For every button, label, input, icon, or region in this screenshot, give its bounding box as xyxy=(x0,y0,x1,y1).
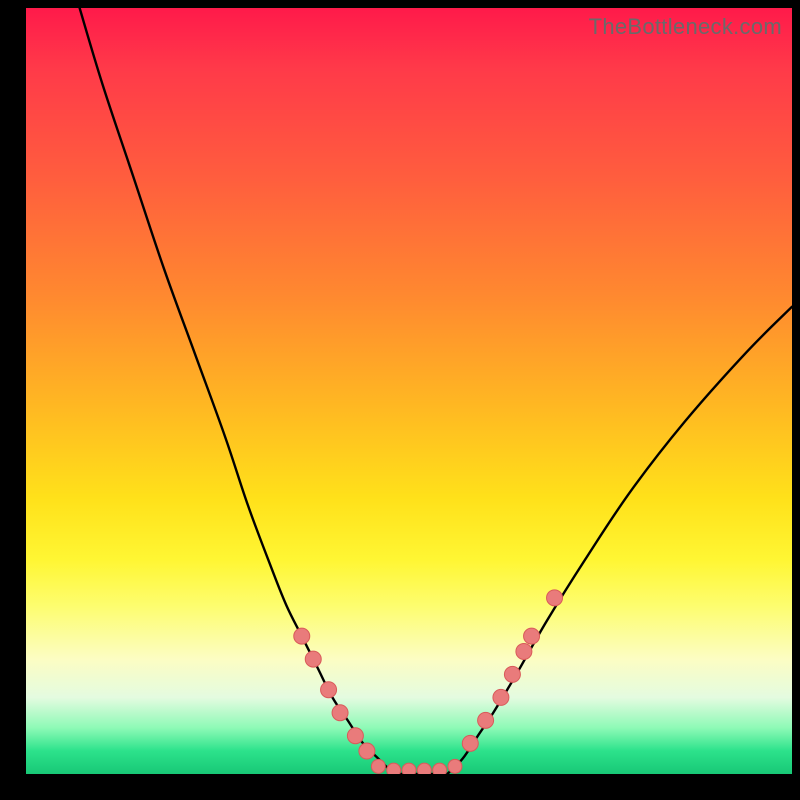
data-marker xyxy=(294,628,310,644)
left-curve xyxy=(80,8,394,774)
data-marker xyxy=(493,689,509,705)
data-marker xyxy=(478,712,494,728)
data-marker xyxy=(321,682,337,698)
curve-group xyxy=(80,8,792,774)
data-marker xyxy=(524,628,540,644)
chart-plot-area: TheBottleneck.com xyxy=(26,8,792,774)
data-marker xyxy=(433,763,447,774)
data-marker xyxy=(347,728,363,744)
data-marker xyxy=(547,590,563,606)
data-marker xyxy=(402,763,416,774)
data-marker xyxy=(516,643,532,659)
data-marker xyxy=(448,759,462,773)
data-marker xyxy=(305,651,321,667)
chart-overlay xyxy=(26,8,792,774)
data-marker xyxy=(359,743,375,759)
chart-stage: TheBottleneck.com xyxy=(0,0,800,800)
data-marker xyxy=(417,763,431,774)
marker-group xyxy=(294,590,563,774)
data-marker xyxy=(462,735,478,751)
data-marker xyxy=(371,759,385,773)
data-marker xyxy=(504,666,520,682)
data-marker xyxy=(387,763,401,774)
data-marker xyxy=(332,705,348,721)
